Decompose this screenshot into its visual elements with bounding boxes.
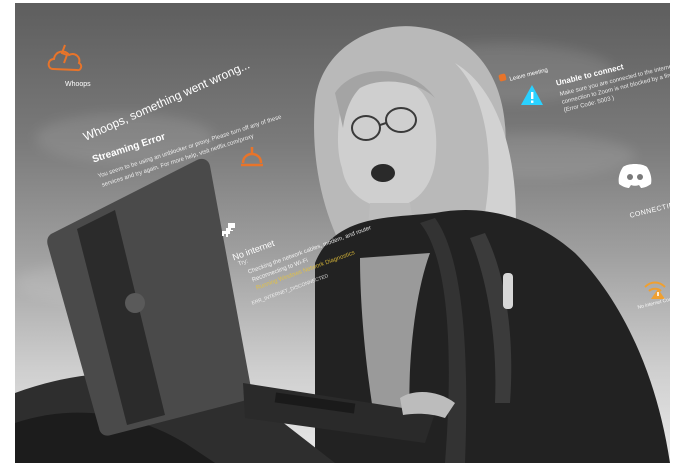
wifi-warning-icon [644,281,666,299]
error-symbol-icon [241,147,263,167]
warning-triangle-icon [521,85,543,105]
photo-frame: Whoops Whoops, something went wrong... S… [15,3,670,463]
whoops-label: Whoops [65,81,91,88]
broken-cloud-icon [47,44,83,72]
dinosaur-icon [222,223,235,237]
discord-icon [618,164,652,188]
